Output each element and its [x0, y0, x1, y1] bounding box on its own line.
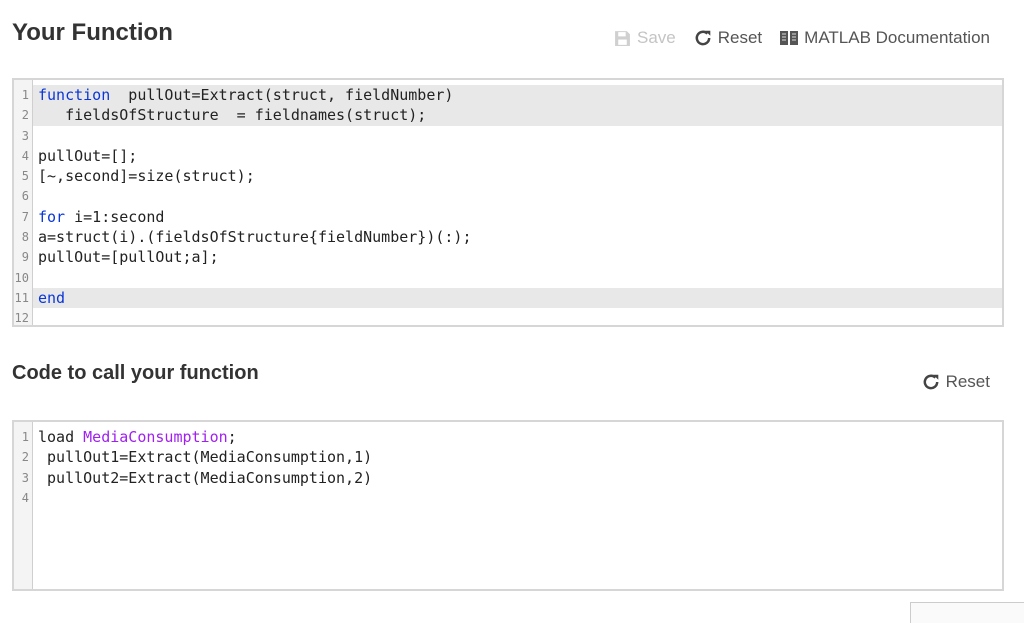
- code-lines: 1 function pullOut=Extract(struct, fieldN…: [14, 85, 1002, 326]
- code-line[interactable]: 3 pullOut2=Extract(MediaConsumption,2): [14, 468, 1002, 488]
- reset-icon: [923, 374, 939, 390]
- line-number: 11: [14, 290, 29, 305]
- code-token: pullOut2=Extract(MediaConsumption,2): [38, 468, 373, 487]
- code-line[interactable]: 5 [~,second]=size(struct);: [14, 166, 1002, 186]
- your-function-title: Your Function: [12, 19, 173, 46]
- line-number: 1: [21, 88, 29, 102]
- code-line[interactable]: 3: [14, 126, 1002, 146]
- code-text: fieldsOfStructure = fieldnames(struct);: [33, 105, 1002, 126]
- line-number: 3: [21, 470, 29, 485]
- line-number: 7: [21, 209, 29, 224]
- code-line[interactable]: 2 pullOut1=Extract(MediaConsumption,1): [14, 447, 1002, 467]
- code-token: ;: [227, 428, 237, 446]
- book-icon: [780, 31, 799, 45]
- code-line[interactable]: 4: [14, 488, 1002, 508]
- code-text: pullOut=[];: [33, 146, 1002, 166]
- code-token: pullOut1=Extract(MediaConsumption,1): [38, 448, 373, 467]
- save-button[interactable]: Save: [614, 28, 676, 48]
- line-number: 6: [21, 189, 29, 204]
- docs-label: MATLAB Documentation: [804, 28, 990, 47]
- keyword-token: function: [38, 86, 111, 104]
- reset-label: Reset: [945, 372, 990, 391]
- code-lines: 1 load MediaConsumption; 2 pullOut1=Extrac…: [14, 427, 1002, 508]
- line-number: 10: [14, 270, 29, 285]
- call-reset-button[interactable]: Reset: [922, 372, 990, 392]
- code-text: for i=1:second: [33, 207, 1002, 227]
- code-text: end: [33, 287, 1002, 309]
- line-number: 12: [14, 311, 29, 326]
- code-line[interactable]: 8 a=struct(i).(fieldsOfStructure{fieldNum…: [14, 227, 1002, 247]
- function-code-editor[interactable]: 1 function pullOut=Extract(struct, fieldN…: [12, 78, 1004, 327]
- keyword-token: for: [38, 207, 66, 226]
- code-token: i=1:second: [65, 207, 165, 226]
- line-number: 8: [21, 230, 29, 245]
- line-number: 4: [21, 148, 29, 163]
- code-line[interactable]: 7 for i=1:second: [14, 207, 1002, 227]
- reset-label: Reset: [717, 28, 763, 47]
- keyword-token: end: [38, 288, 66, 307]
- reset-button[interactable]: Reset: [694, 28, 762, 48]
- line-number: 2: [21, 450, 29, 465]
- line-number: 1: [21, 430, 29, 444]
- line-number: 5: [21, 169, 29, 184]
- code-text: [~,second]=size(struct);: [33, 166, 1002, 186]
- call-function-title: Code to call your function: [12, 362, 259, 384]
- call-code-editor[interactable]: 1 load MediaConsumption; 2 pullOut1=Extrac…: [12, 420, 1004, 591]
- line-number: 3: [21, 128, 29, 143]
- line-number: 2: [21, 108, 29, 123]
- save-icon: [615, 30, 630, 46]
- code-line[interactable]: 6: [14, 186, 1002, 206]
- code-text: load MediaConsumption;: [33, 427, 1002, 447]
- function-toolbar: Save Reset MATLAB Documentation: [596, 28, 990, 48]
- code-line[interactable]: 11 end: [14, 287, 1002, 309]
- matlab-documentation-link[interactable]: MATLAB Documentation: [780, 28, 990, 48]
- code-text: pullOut1=Extract(MediaConsumption,1): [33, 447, 1002, 467]
- line-number: 4: [21, 490, 29, 505]
- code-token: pullOut=[];: [38, 146, 138, 165]
- code-token: load: [38, 428, 84, 446]
- code-text: function pullOut=Extract(struct, fieldNu…: [33, 85, 1002, 106]
- code-token: a=struct(i).(fieldsOfStructure{fieldNumb…: [38, 228, 472, 247]
- call-toolbar: Reset: [904, 372, 990, 392]
- string-token: MediaConsumption: [83, 428, 228, 446]
- save-label: Save: [637, 28, 676, 47]
- code-line[interactable]: 10: [14, 268, 1002, 288]
- code-text: pullOut2=Extract(MediaConsumption,2): [33, 468, 1002, 488]
- code-line[interactable]: 1 load MediaConsumption;: [14, 427, 1002, 447]
- code-line[interactable]: 9 pullOut=[pullOut;a];: [14, 247, 1002, 267]
- code-line[interactable]: 4 pullOut=[];: [14, 146, 1002, 166]
- code-line[interactable]: 12: [14, 308, 1002, 326]
- reset-icon: [695, 30, 711, 46]
- code-token: pullOut=Extract(struct, fieldNumber): [110, 86, 454, 104]
- code-token: [~,second]=size(struct);: [38, 167, 255, 186]
- code-token: pullOut=[pullOut;a];: [38, 248, 219, 267]
- code-text: a=struct(i).(fieldsOfStructure{fieldNumb…: [33, 227, 1002, 247]
- code-text: pullOut=[pullOut;a];: [33, 247, 1002, 267]
- line-number: 9: [21, 250, 29, 265]
- code-token: fieldsOfStructure = fieldnames(struct);: [38, 106, 427, 125]
- code-line[interactable]: 2 fieldsOfStructure = fieldnames(struct)…: [14, 105, 1002, 126]
- code-line[interactable]: 1 function pullOut=Extract(struct, fieldN…: [14, 85, 1002, 106]
